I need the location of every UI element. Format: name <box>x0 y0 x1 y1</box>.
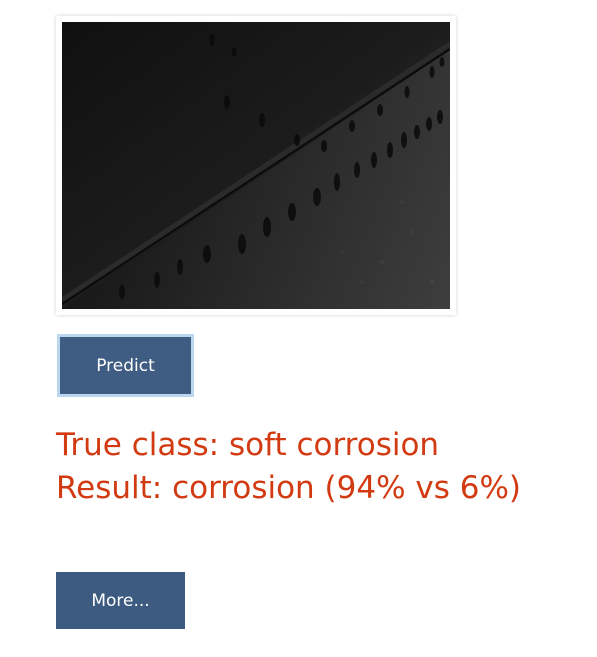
predict-button-focus-ring: Predict <box>57 334 194 397</box>
more-button[interactable]: More... <box>56 572 185 629</box>
prediction-result: True class: soft corrosion Result: corro… <box>56 424 521 510</box>
page: Predict True class: soft corrosion Resul… <box>0 0 597 657</box>
sample-image-frame <box>56 16 456 315</box>
corrosion-sample-image <box>62 22 450 309</box>
predict-button[interactable]: Predict <box>60 337 191 394</box>
prediction-text: Result: corrosion (94% vs 6%) <box>56 470 522 506</box>
true-class-text: True class: soft corrosion <box>56 427 440 463</box>
